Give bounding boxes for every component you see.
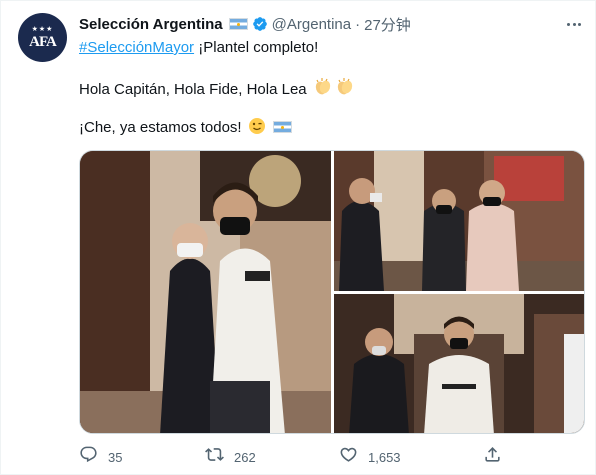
tweet-text-che: ¡Che, ya estamos todos!	[79, 119, 242, 136]
tweet-text-plantel: ¡Plantel completo!	[194, 39, 319, 56]
tweet-timestamp[interactable]: 27分钟	[364, 14, 411, 35]
media-grid	[79, 150, 585, 434]
reply-button[interactable]: 35	[79, 443, 122, 471]
hashtag-link[interactable]: #SelecciónMayor	[79, 39, 194, 56]
tweet-header: Selección Argentina @Argentina · 27分钟	[79, 14, 411, 34]
tweet-text-greeting: Hola Capitán, Hola Fide, Hola Lea	[79, 81, 307, 98]
share-button[interactable]	[483, 443, 502, 471]
avatar[interactable]: ★★★ AFA	[18, 13, 67, 62]
clapping-hands-emoji	[335, 77, 355, 103]
header-separator: ·	[355, 15, 361, 33]
share-icon	[483, 445, 502, 469]
tweet-text-line-1: #SelecciónMayor ¡Plantel completo!	[79, 38, 318, 58]
tweet-text-line-2: Hola Capitán, Hola Fide, Hola Lea	[79, 77, 355, 103]
tweet-text-line-3: ¡Che, ya estamos todos!	[79, 117, 292, 141]
like-button[interactable]: 1,653	[339, 443, 401, 471]
photo-walking-hallway[interactable]	[334, 294, 584, 433]
reply-icon	[79, 445, 98, 469]
photo-greeting-players[interactable]	[334, 151, 584, 291]
more-options-icon	[567, 22, 571, 26]
stars-icon: ★★★	[31, 25, 54, 33]
more-options-button[interactable]	[563, 13, 585, 35]
retweet-button[interactable]: 262	[205, 443, 256, 471]
afa-logo-text: AFA	[29, 33, 57, 50]
display-name[interactable]: Selección Argentina	[79, 16, 223, 33]
retweet-icon	[205, 445, 224, 469]
retweet-count: 262	[234, 449, 256, 465]
tweet-card[interactable]: ★★★ AFA Selección Argentina @Argentina ·…	[0, 0, 596, 475]
heart-icon	[339, 445, 358, 469]
reply-count: 35	[108, 449, 123, 465]
winking-face-emoji	[248, 117, 266, 141]
argentina-flag-icon	[228, 18, 248, 30]
clapping-hands-emoji	[313, 77, 333, 103]
verified-badge-icon	[252, 16, 268, 32]
photo-arrival-lobby[interactable]	[80, 151, 331, 433]
user-handle[interactable]: @Argentina	[272, 16, 351, 33]
like-count: 1,653	[368, 449, 401, 465]
argentina-flag-icon	[272, 121, 292, 133]
tweet-actions: 35 262 1,653	[79, 443, 509, 471]
